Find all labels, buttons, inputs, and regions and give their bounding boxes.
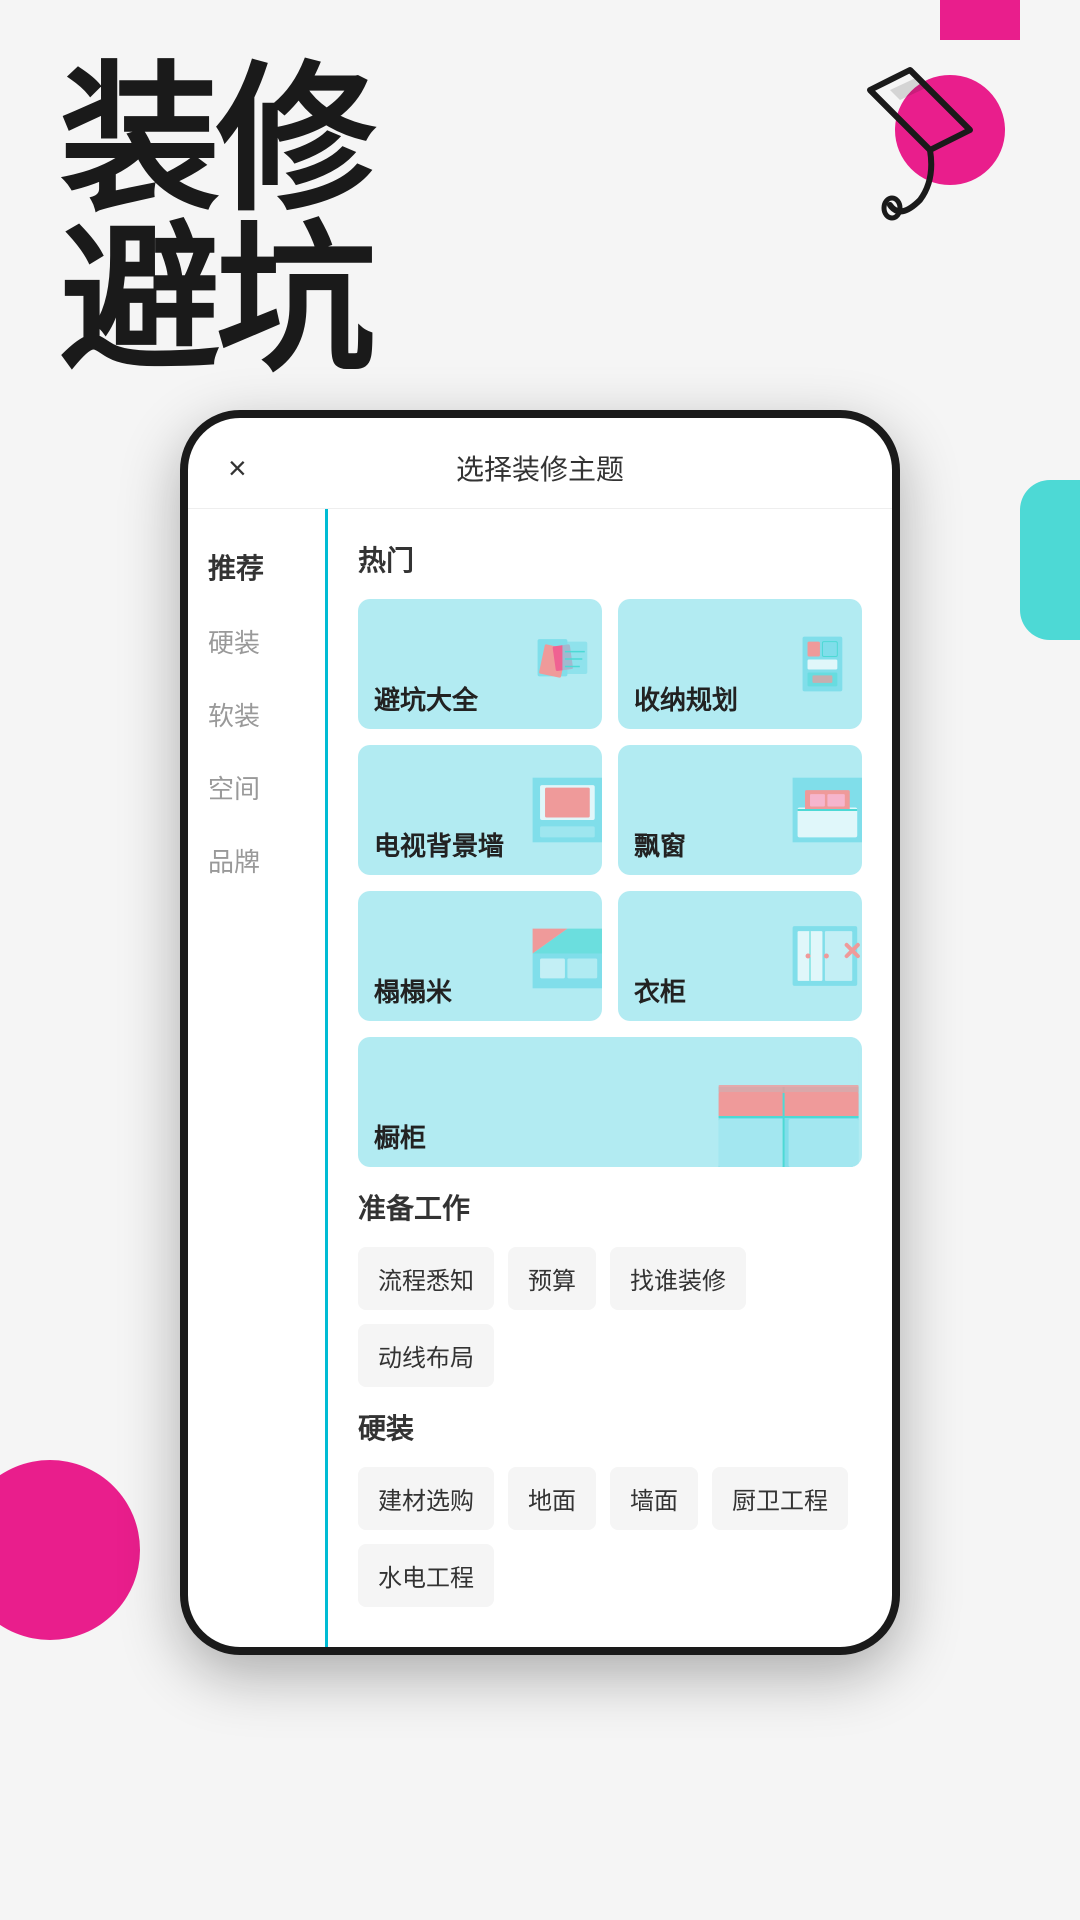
topic-card-avoid[interactable]: 避坑大全 <box>358 599 602 729</box>
sidebar-item-soft[interactable]: 软装 <box>188 678 325 751</box>
sidebar: 推荐 硬装 软装 空间 品牌 <box>188 509 328 1647</box>
sidebar-item-space[interactable]: 空间 <box>188 751 325 824</box>
card-label-tv: 电视背景墙 <box>374 826 504 863</box>
tag-materials[interactable]: 建材选购 <box>358 1467 494 1530</box>
close-button[interactable]: × <box>228 450 247 487</box>
tag-kitchen-bath[interactable]: 厨卫工程 <box>712 1467 848 1530</box>
deco-teal-shape <box>1020 480 1080 640</box>
topic-card-storage[interactable]: 收纳规划 <box>618 599 862 729</box>
paint-bucket-icon-container <box>840 50 1020 235</box>
modal-header: × 选择装修主题 <box>188 418 892 509</box>
tag-contractor[interactable]: 找谁装修 <box>610 1247 746 1310</box>
tag-plumbing[interactable]: 水电工程 <box>358 1544 494 1607</box>
sidebar-item-brand[interactable]: 品牌 <box>188 824 325 897</box>
paint-bucket-icon <box>840 50 1020 230</box>
section-title-hard: 硬装 <box>358 1407 862 1447</box>
tag-grid-hard: 建材选购 地面 墙面 厨卫工程 水电工程 <box>358 1467 862 1607</box>
topic-grid-popular: 避坑大全 收纳规划 <box>358 599 862 1167</box>
deco-pink-circle <box>0 1460 140 1640</box>
card-label-avoid: 避坑大全 <box>374 680 478 717</box>
sidebar-item-hard[interactable]: 硬装 <box>188 605 325 678</box>
tag-grid-prep: 流程悉知 预算 找谁装修 动线布局 <box>358 1247 862 1387</box>
sidebar-item-recommend[interactable]: 推荐 <box>188 529 325 605</box>
card-label-cabinet: 橱柜 <box>374 1118 426 1155</box>
tag-floor[interactable]: 地面 <box>508 1467 596 1530</box>
card-label-tatami: 榻榻米 <box>374 972 452 1009</box>
section-title-prep: 准备工作 <box>358 1187 862 1227</box>
tag-budget[interactable]: 预算 <box>508 1247 596 1310</box>
modal-title: 选择装修主题 <box>456 448 624 488</box>
card-label-storage: 收纳规划 <box>634 680 738 717</box>
topic-card-cabinet[interactable]: 橱柜 <box>358 1037 862 1167</box>
topic-card-wardrobe[interactable]: 衣柜 <box>618 891 862 1021</box>
card-label-bay: 飘窗 <box>634 826 686 863</box>
tag-process[interactable]: 流程悉知 <box>358 1247 494 1310</box>
card-label-wardrobe: 衣柜 <box>634 972 686 1009</box>
phone-mockup: × 选择装修主题 推荐 硬装 软装 空间 品牌 热门 <box>180 410 900 1655</box>
section-title-popular: 热门 <box>358 539 862 579</box>
content-area: 热门 避坑大全 <box>328 509 892 1647</box>
tag-wall[interactable]: 墙面 <box>610 1467 698 1530</box>
modal-content: 推荐 硬装 软装 空间 品牌 热门 <box>188 509 892 1647</box>
tag-layout[interactable]: 动线布局 <box>358 1324 494 1387</box>
topic-card-tatami[interactable]: 榻榻米 <box>358 891 602 1021</box>
topic-card-bay[interactable]: 飘窗 <box>618 745 862 875</box>
topic-card-tv[interactable]: 电视背景墙 <box>358 745 602 875</box>
